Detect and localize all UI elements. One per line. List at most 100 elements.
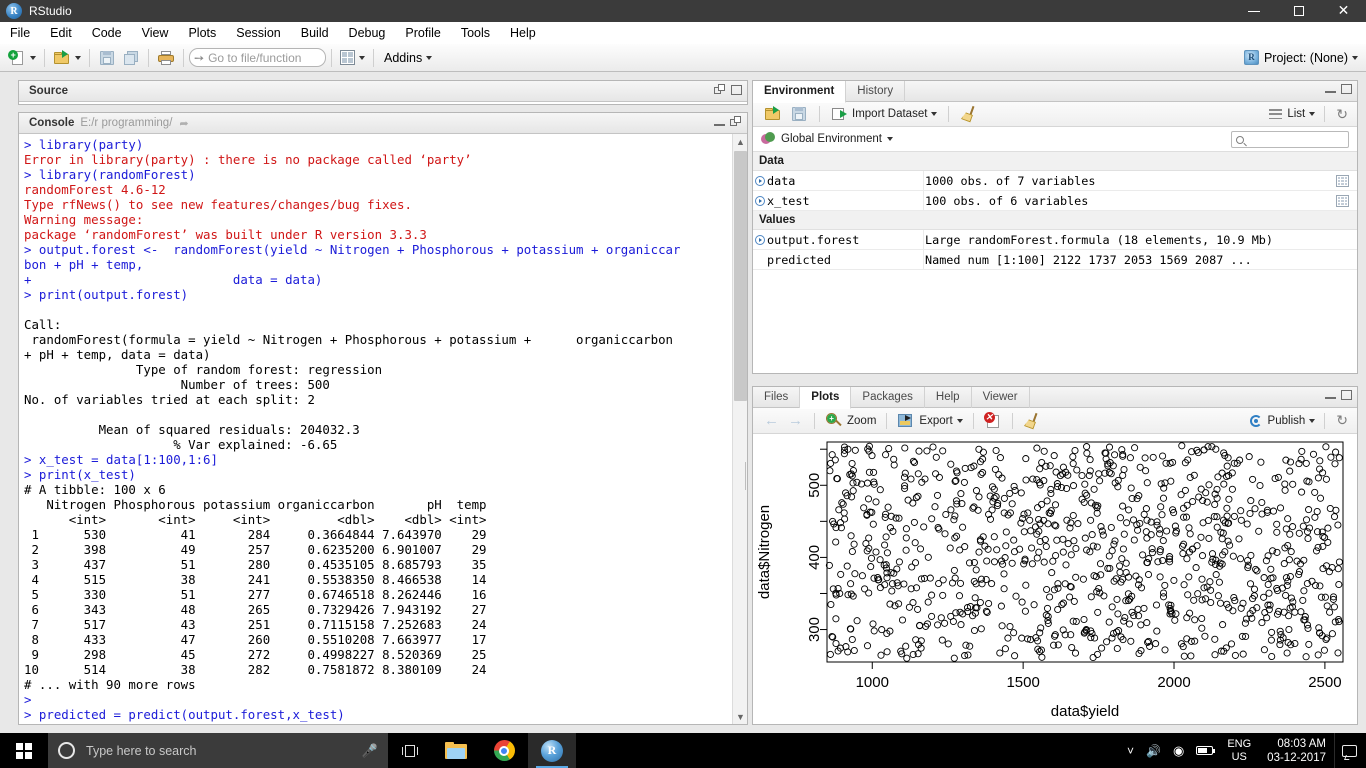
- expand-toggle[interactable]: [753, 195, 767, 206]
- menu-view[interactable]: View: [132, 22, 179, 44]
- view-data-icon[interactable]: [1336, 174, 1349, 187]
- tab-plots[interactable]: Plots: [800, 386, 852, 409]
- taskbar-app-rstudio[interactable]: R: [528, 733, 576, 768]
- environment-scope-label[interactable]: Global Environment: [781, 133, 882, 145]
- scrollbar-thumb[interactable]: [734, 151, 747, 401]
- y-axis-tick-label: 400: [806, 545, 823, 570]
- task-view-button[interactable]: [388, 733, 432, 768]
- minimize-pane-icon[interactable]: [1325, 85, 1336, 93]
- restore-pane-icon[interactable]: [730, 116, 742, 127]
- remove-plot-button[interactable]: ✕: [981, 411, 1005, 431]
- previous-plot-icon[interactable]: ←: [760, 412, 783, 429]
- panes-grid-icon: [340, 50, 355, 65]
- x-axis-tick-label: 2000: [1157, 674, 1190, 691]
- minimize-button[interactable]: [1231, 0, 1276, 22]
- taskbar-app-file-explorer[interactable]: [432, 733, 480, 768]
- taskbar-search-input[interactable]: Type here to search 🎤: [48, 733, 388, 768]
- restore-pane-icon[interactable]: [714, 84, 726, 95]
- environment-search-input[interactable]: [1231, 131, 1349, 148]
- microphone-icon[interactable]: 🎤: [362, 743, 378, 759]
- tab-files[interactable]: Files: [753, 386, 801, 408]
- environment-row[interactable]: output.forest Large randomForest.formula …: [753, 230, 1357, 250]
- taskbar-app-chrome[interactable]: [480, 733, 528, 768]
- volume-icon[interactable]: 🔊: [1140, 744, 1167, 758]
- load-workspace-button[interactable]: [761, 104, 785, 124]
- show-hidden-icons-icon[interactable]: ˅: [1121, 744, 1140, 758]
- zoom-plot-button[interactable]: + Zoom: [822, 411, 879, 431]
- environment-row[interactable]: data 1000 obs. of 7 variables: [753, 171, 1357, 191]
- menu-help[interactable]: Help: [500, 22, 546, 44]
- menu-session[interactable]: Session: [226, 22, 290, 44]
- wifi-icon[interactable]: ◉: [1167, 743, 1190, 759]
- action-center-button[interactable]: [1334, 733, 1364, 768]
- console-line: > library(party): [24, 137, 144, 152]
- maximize-button[interactable]: [1276, 0, 1321, 22]
- tab-help[interactable]: Help: [925, 386, 972, 408]
- save-workspace-button[interactable]: [787, 104, 811, 124]
- view-mode-button[interactable]: List: [1266, 104, 1318, 124]
- clear-workspace-button[interactable]: [957, 104, 981, 124]
- maximize-pane-icon[interactable]: [1341, 390, 1352, 400]
- console-line: > print(x_test): [24, 467, 136, 482]
- pane-splitter[interactable]: [745, 462, 750, 490]
- maximize-pane-icon[interactable]: [731, 84, 742, 95]
- close-button[interactable]: ✕: [1321, 0, 1366, 22]
- menu-build[interactable]: Build: [291, 22, 339, 44]
- scroll-up-icon[interactable]: ▲: [733, 134, 748, 149]
- console-line: Type of random forest: regression: [24, 362, 383, 377]
- goto-file-function-input[interactable]: ➙ Go to file/function: [189, 48, 326, 67]
- console-output-area[interactable]: > library(party) Error in library(party) …: [19, 134, 747, 724]
- tab-viewer[interactable]: Viewer: [972, 386, 1030, 408]
- menu-plots[interactable]: Plots: [178, 22, 226, 44]
- console-working-directory[interactable]: E:/r programming/: [80, 117, 172, 129]
- rstudio-window: R RStudio ✕ File Edit Code View Plots Se…: [0, 0, 1366, 768]
- tab-packages[interactable]: Packages: [851, 386, 925, 408]
- minimize-pane-icon[interactable]: [714, 118, 725, 126]
- project-button[interactable]: R Project: (None): [1243, 50, 1366, 65]
- pane-layout-button[interactable]: [337, 47, 368, 69]
- minimize-pane-icon[interactable]: [1325, 391, 1336, 399]
- open-directory-icon[interactable]: ➦: [179, 117, 188, 130]
- open-file-button[interactable]: [50, 47, 84, 69]
- expand-toggle[interactable]: [753, 234, 767, 245]
- environment-object-name: output.forest: [767, 232, 860, 247]
- new-file-button[interactable]: +: [5, 47, 39, 69]
- scroll-down-icon[interactable]: ▼: [733, 709, 748, 724]
- save-button[interactable]: [95, 47, 119, 69]
- menu-profile[interactable]: Profile: [395, 22, 450, 44]
- tab-environment[interactable]: Environment: [753, 80, 847, 103]
- expand-toggle[interactable]: [753, 175, 767, 186]
- menu-edit[interactable]: Edit: [40, 22, 82, 44]
- refresh-environment-button[interactable]: ↻: [1331, 104, 1351, 124]
- maximize-pane-icon[interactable]: [1341, 84, 1352, 94]
- console-line: randomForest(formula = yield ~ Nitrogen …: [24, 332, 674, 347]
- environment-pane-controls: [1325, 84, 1352, 94]
- language-line1: ENG: [1227, 737, 1252, 750]
- toolbar-divider: [972, 412, 974, 429]
- next-plot-icon[interactable]: →: [784, 412, 807, 429]
- publish-button[interactable]: Publish: [1246, 411, 1319, 431]
- print-button[interactable]: [154, 47, 178, 69]
- rstudio-project-icon: R: [1243, 50, 1259, 65]
- console-scrollbar[interactable]: ▲ ▼: [732, 134, 747, 724]
- export-plot-button[interactable]: Export: [894, 411, 965, 431]
- clock[interactable]: 08:03 AM 03-12-2017: [1259, 737, 1334, 765]
- save-all-button[interactable]: [119, 47, 143, 69]
- menu-tools[interactable]: Tools: [451, 22, 500, 44]
- environment-row[interactable]: x_test 100 obs. of 6 variables: [753, 191, 1357, 211]
- start-button[interactable]: [0, 733, 48, 768]
- console-line: Nitrogen Phosphorous potassium organicca…: [24, 497, 487, 512]
- environment-row[interactable]: predicted Named num [1:100] 2122 1737 205…: [753, 250, 1357, 270]
- clear-plots-button[interactable]: [1020, 411, 1044, 431]
- clock-time: 08:03 AM: [1277, 737, 1326, 750]
- menu-code[interactable]: Code: [82, 22, 132, 44]
- menu-debug[interactable]: Debug: [339, 22, 396, 44]
- language-indicator[interactable]: ENG US: [1219, 738, 1259, 764]
- tab-history[interactable]: History: [846, 80, 906, 102]
- refresh-plot-button[interactable]: ↻: [1331, 411, 1351, 431]
- menu-file[interactable]: File: [0, 22, 40, 44]
- addins-button[interactable]: Addins: [379, 47, 435, 69]
- battery-icon[interactable]: [1190, 746, 1219, 755]
- view-data-icon[interactable]: [1336, 194, 1349, 207]
- import-dataset-button[interactable]: Import Dataset: [828, 104, 940, 124]
